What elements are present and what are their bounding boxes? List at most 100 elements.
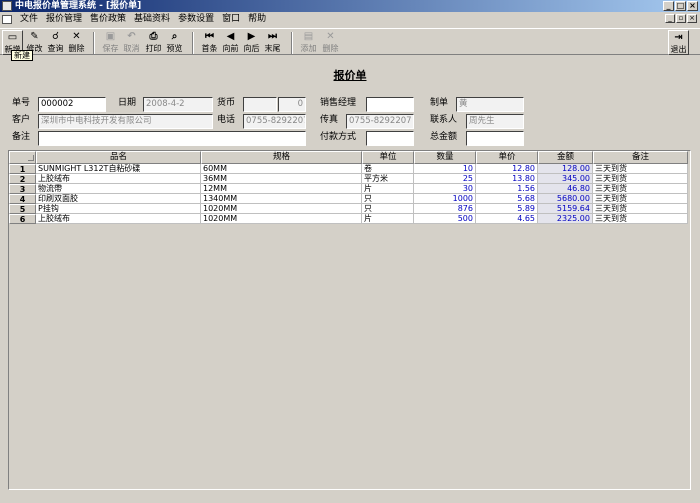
delete-button[interactable]: ✕ 删除 [66, 30, 87, 55]
date-field[interactable]: 2008-4-2 [143, 97, 213, 112]
grid-cell-amount[interactable]: 5680.00 [538, 194, 593, 204]
grid-cell-remark[interactable]: 三天到货 [593, 194, 688, 204]
currency-label: 货币 [217, 98, 236, 108]
items-grid[interactable]: 品名 规格 单位 数量 单价 金额 备注 1 SUNMIGHT L312T自粘砂碟 60MM 卷 10… [8, 150, 691, 490]
row-header[interactable]: 3 [9, 184, 36, 194]
delete-row-button[interactable]: ✕ 删除 [320, 30, 341, 55]
exit-button[interactable]: ⇥ 退出 [668, 30, 689, 55]
currency-field[interactable] [243, 97, 277, 112]
grid-cell-name[interactable]: 印刷双面胶 [36, 194, 201, 204]
grid-corner[interactable] [9, 151, 36, 164]
grid-cell-spec[interactable]: 1020MM [201, 204, 362, 214]
grid-cell-name[interactable]: P挂钩 [36, 204, 201, 214]
grid-cell-spec[interactable]: 1340MM [201, 194, 362, 204]
grid-cell-name[interactable]: SUNMIGHT L312T自粘砂碟 [36, 164, 201, 174]
sales-manager-field[interactable] [366, 97, 414, 112]
contact-field[interactable]: 周先生 [466, 114, 524, 129]
grid-cell-remark[interactable]: 三天到货 [593, 164, 688, 174]
fax-field[interactable]: 0755-8292207 [346, 114, 414, 129]
cancel-button[interactable]: ↶ 取消 [121, 30, 142, 55]
menu-file[interactable]: 文件 [16, 13, 42, 26]
grid-cell-price[interactable]: 12.80 [476, 164, 538, 174]
col-price-header[interactable]: 单价 [476, 151, 538, 164]
document-icon[interactable] [2, 14, 12, 24]
child-restore-button[interactable]: ▫ [676, 14, 686, 23]
row-header[interactable]: 2 [9, 174, 36, 184]
grid-cell-qty[interactable]: 10 [414, 164, 476, 174]
grid-cell-qty[interactable]: 25 [414, 174, 476, 184]
col-remark-header[interactable]: 备注 [593, 151, 688, 164]
grid-cell-price[interactable]: 4.65 [476, 214, 538, 224]
customer-field[interactable]: 深圳市中电科技开发有限公司 [38, 114, 213, 129]
row-header[interactable]: 5 [9, 204, 36, 214]
grid-cell-price[interactable]: 13.80 [476, 174, 538, 184]
prev-record-button[interactable]: ◀ 向前 [220, 30, 241, 55]
remark-field[interactable] [38, 131, 306, 146]
payment-field[interactable] [366, 131, 414, 146]
col-unit-header[interactable]: 单位 [362, 151, 414, 164]
preview-button[interactable]: ⌕ 预览 [164, 30, 185, 55]
grid-cell-name[interactable]: 上胶绒布 [36, 214, 201, 224]
grid-cell-price[interactable]: 5.89 [476, 204, 538, 214]
grid-cell-qty[interactable]: 876 [414, 204, 476, 214]
grid-cell-name[interactable]: 物流帶 [36, 184, 201, 194]
grid-cell-remark[interactable]: 三天到货 [593, 204, 688, 214]
row-header[interactable]: 4 [9, 194, 36, 204]
grid-cell-unit[interactable]: 片 [362, 214, 414, 224]
grid-cell-spec[interactable]: 1020MM [201, 214, 362, 224]
query-button[interactable]: ☌ 查询 [45, 30, 66, 55]
form-title: 报价单 [333, 69, 367, 82]
currency-rate-field[interactable]: 0 [278, 97, 306, 112]
grid-cell-price[interactable]: 5.68 [476, 194, 538, 204]
col-qty-header[interactable]: 数量 [414, 151, 476, 164]
grid-cell-amount[interactable]: 5159.64 [538, 204, 593, 214]
grid-cell-amount[interactable]: 46.80 [538, 184, 593, 194]
col-amount-header[interactable]: 金额 [538, 151, 593, 164]
grid-cell-amount[interactable]: 2325.00 [538, 214, 593, 224]
grid-cell-qty[interactable]: 500 [414, 214, 476, 224]
menu-window[interactable]: 窗口 [218, 13, 244, 26]
row-header[interactable]: 6 [9, 214, 36, 224]
last-record-button[interactable]: ⏭ 末尾 [262, 30, 283, 55]
grid-cell-amount[interactable]: 128.00 [538, 164, 593, 174]
contact-label: 联系人 [430, 115, 458, 125]
menu-quote-management[interactable]: 报价管理 [42, 13, 86, 26]
menu-basic-data[interactable]: 基础资料 [130, 13, 174, 26]
add-row-button[interactable]: ▤ 添加 [298, 30, 319, 55]
grid-cell-remark[interactable]: 三天到货 [593, 184, 688, 194]
grid-cell-name[interactable]: 上胶绒布 [36, 174, 201, 184]
row-header[interactable]: 1 [9, 164, 36, 174]
first-record-button[interactable]: ⏮ 首条 [199, 30, 220, 55]
maker-field[interactable]: 黄 [456, 97, 524, 112]
save-button[interactable]: ▣ 保存 [100, 30, 121, 55]
grid-cell-spec[interactable]: 60MM [201, 164, 362, 174]
child-minimize-button[interactable]: _ [665, 14, 675, 23]
grid-cell-amount[interactable]: 345.00 [538, 174, 593, 184]
menu-help[interactable]: 帮助 [244, 13, 270, 26]
menu-price-policy[interactable]: 售价政策 [86, 13, 130, 26]
grid-cell-remark[interactable]: 三天到货 [593, 214, 688, 224]
print-button[interactable]: ⎙ 打印 [143, 30, 164, 55]
child-close-button[interactable]: × [687, 14, 697, 23]
phone-field[interactable]: 0755-8292207 [243, 114, 306, 129]
close-button[interactable]: × [687, 1, 698, 11]
maximize-button[interactable]: □ [675, 1, 686, 11]
grid-cell-qty[interactable]: 30 [414, 184, 476, 194]
grid-cell-qty[interactable]: 1000 [414, 194, 476, 204]
total-field[interactable] [466, 131, 524, 146]
grid-cell-spec[interactable]: 36MM [201, 174, 362, 184]
grid-cell-unit[interactable]: 卷 [362, 164, 414, 174]
grid-cell-unit[interactable]: 片 [362, 184, 414, 194]
minimize-button[interactable]: _ [663, 1, 674, 11]
col-name-header[interactable]: 品名 [36, 151, 201, 164]
grid-cell-unit[interactable]: 平方米 [362, 174, 414, 184]
grid-cell-unit[interactable]: 只 [362, 204, 414, 214]
order-no-field[interactable]: 000002 [38, 97, 106, 112]
grid-cell-remark[interactable]: 三天到货 [593, 174, 688, 184]
grid-cell-spec[interactable]: 12MM [201, 184, 362, 194]
grid-cell-unit[interactable]: 只 [362, 194, 414, 204]
col-spec-header[interactable]: 规格 [201, 151, 362, 164]
menu-settings[interactable]: 参数设置 [174, 13, 218, 26]
grid-cell-price[interactable]: 1.56 [476, 184, 538, 194]
next-record-button[interactable]: ▶ 向后 [241, 30, 262, 55]
